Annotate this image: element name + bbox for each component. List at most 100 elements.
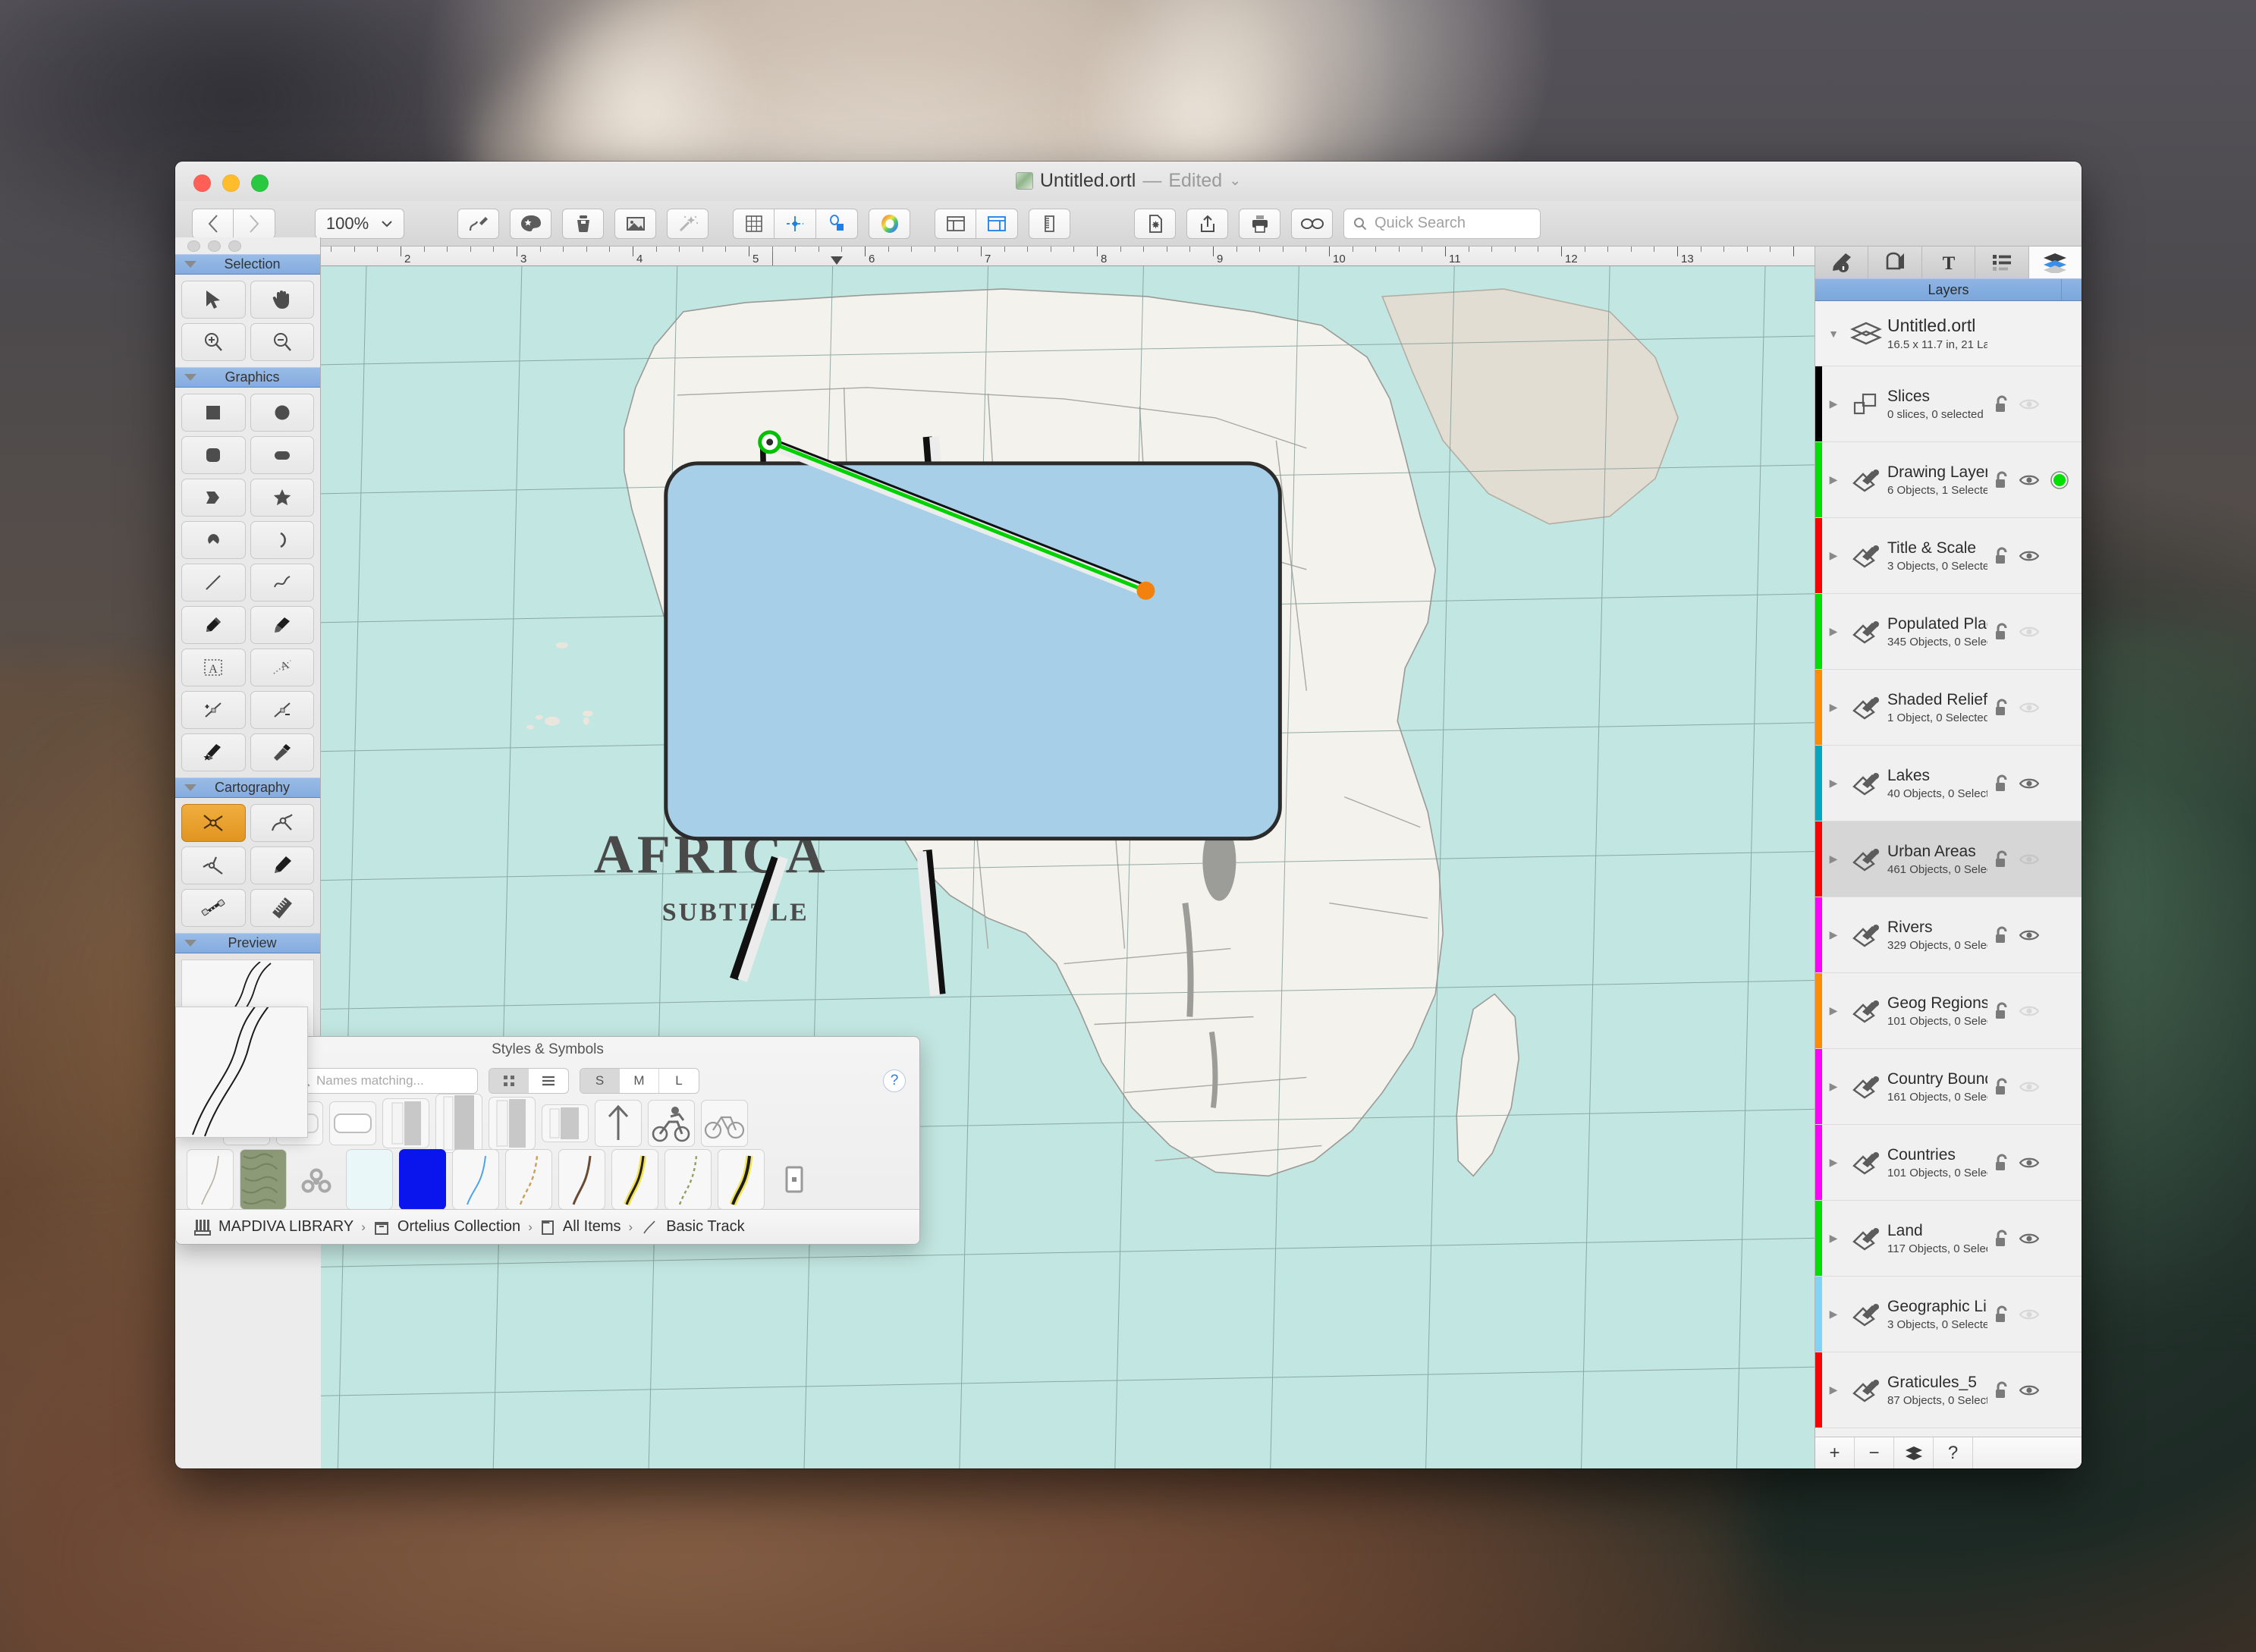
yellow-black-swatch[interactable]	[718, 1149, 765, 1210]
disclosure-triangle-icon[interactable]: ▶	[1822, 973, 1845, 1048]
map-canvas[interactable]: AFRICA SUBTITLE	[321, 266, 1815, 1468]
layer-color-strip[interactable]	[1815, 1201, 1822, 1276]
tab-appearance[interactable]	[1815, 247, 1869, 278]
track-tool[interactable]	[181, 804, 246, 842]
zoom-in-tool[interactable]	[181, 323, 246, 361]
styles-help-button[interactable]: ?	[883, 1069, 906, 1092]
yellow-highway-swatch[interactable]	[611, 1149, 658, 1210]
brush-tool[interactable]	[250, 606, 314, 644]
layer-lock-toggle[interactable]	[1992, 395, 2012, 413]
visibility-eye-icon[interactable]	[2019, 397, 2039, 411]
grid-view-icon[interactable]	[489, 1069, 529, 1093]
layer-visibility-toggle[interactable]	[2018, 1004, 2041, 1018]
disclosure-triangle-icon[interactable]: ▼	[1822, 301, 1845, 366]
size-medium-button[interactable]: M	[620, 1069, 659, 1093]
visibility-eye-icon[interactable]	[2019, 928, 2039, 942]
disclosure-triangle-icon[interactable]: ▶	[1822, 1277, 1845, 1352]
visibility-eye-icon[interactable]	[2019, 1004, 2039, 1018]
ellipse-tool[interactable]	[250, 394, 314, 432]
curve-tool[interactable]	[250, 564, 314, 601]
text-box-tool[interactable]: A	[181, 649, 246, 686]
unlock-icon[interactable]	[1994, 1305, 2009, 1324]
size-small-button[interactable]: S	[580, 1069, 620, 1093]
line-tool[interactable]	[181, 564, 246, 601]
disclosure-triangle-icon[interactable]: ▶	[1822, 1125, 1845, 1200]
layer-lock-toggle[interactable]	[1992, 623, 2012, 641]
road-double-swatch[interactable]	[382, 1098, 429, 1148]
layer-visibility-toggle[interactable]	[2018, 397, 2041, 411]
road-triple-swatch[interactable]	[489, 1097, 536, 1150]
chevron-down-icon[interactable]: ⌄	[1229, 172, 1241, 190]
palette-section-cartography[interactable]: Cartography	[175, 777, 320, 798]
unlock-icon[interactable]	[1994, 850, 2009, 868]
layer-color-strip[interactable]	[1815, 973, 1822, 1048]
layer-row[interactable]: ▶ Geographic Lines 3 Objects, 0 Selected	[1815, 1277, 2082, 1352]
palette-section-graphics[interactable]: Graphics	[175, 367, 320, 388]
unlock-icon[interactable]	[1994, 623, 2009, 641]
unlock-icon[interactable]	[1994, 1381, 2009, 1399]
layer-lock-toggle[interactable]	[1992, 1381, 2012, 1399]
palette-drag-handle[interactable]	[175, 237, 320, 254]
layer-visibility-toggle[interactable]	[2018, 473, 2041, 487]
layer-lock-toggle[interactable]	[1992, 699, 2012, 717]
back-button[interactable]	[192, 208, 234, 239]
disclosure-triangle-icon[interactable]: ▶	[1822, 897, 1845, 972]
layer-color-strip[interactable]	[1815, 442, 1822, 517]
image-icon-button[interactable]	[614, 208, 656, 239]
add-layer-button[interactable]: +	[1815, 1437, 1855, 1468]
styles-search-input[interactable]: Names matching...	[290, 1068, 478, 1094]
texture-green-swatch[interactable]	[240, 1149, 287, 1210]
unlock-icon[interactable]	[1994, 774, 2009, 793]
window-titlebar[interactable]: Untitled.ortl — Edited ⌄	[175, 162, 2082, 201]
stadium-tool[interactable]	[250, 436, 314, 474]
unlock-icon[interactable]	[1994, 395, 2009, 413]
disclosure-triangle-icon[interactable]: ▶	[1822, 366, 1845, 441]
layer-row[interactable]: ▶ Land 117 Objects, 0 Selected	[1815, 1201, 2082, 1277]
tab-list[interactable]	[1975, 247, 2029, 278]
unlock-icon[interactable]	[1994, 1002, 2009, 1020]
layer-color-strip[interactable]	[1815, 1352, 1822, 1427]
preview-glasses-icon-button[interactable]	[1291, 208, 1333, 239]
zoom-level-select[interactable]: 100%	[315, 208, 404, 239]
layer-visibility-toggle[interactable]	[2018, 701, 2041, 715]
pie-wedge-tool[interactable]	[181, 521, 246, 559]
visibility-eye-icon[interactable]	[2019, 853, 2039, 866]
layer-color-strip[interactable]	[1815, 821, 1822, 897]
layer-visibility-toggle[interactable]	[2018, 1080, 2041, 1094]
share-icon-button[interactable]	[1186, 208, 1228, 239]
layer-lock-toggle[interactable]	[1992, 1154, 2012, 1172]
layer-color-strip[interactable]	[1815, 594, 1822, 669]
magic-wand-icon-button[interactable]	[667, 208, 709, 239]
pencil-tool[interactable]	[181, 606, 246, 644]
arrow-select-tool[interactable]	[181, 281, 246, 319]
print-icon-button[interactable]	[1239, 208, 1280, 239]
visibility-eye-icon[interactable]	[2019, 1080, 2039, 1094]
layer-row[interactable]: ▶ Geog Regions 101 Objects, 0 Selected	[1815, 973, 2082, 1049]
layer-visibility-toggle[interactable]	[2018, 625, 2041, 639]
layer-row[interactable]: ▶ Drawing Layer 6 Objects, 1 Selected	[1815, 442, 2082, 518]
layer-lock-toggle[interactable]	[1992, 1002, 2012, 1020]
disclosure-triangle-icon[interactable]: ▶	[1822, 594, 1845, 669]
tab-shape[interactable]	[1868, 247, 1922, 278]
visibility-eye-icon[interactable]	[2019, 777, 2039, 790]
hand-pan-tool[interactable]	[250, 281, 314, 319]
breadcrumb-library[interactable]: MAPDIVA LIBRARY	[218, 1218, 353, 1236]
visibility-eye-icon[interactable]	[2019, 1308, 2039, 1321]
sidebar-left-icon-button[interactable]	[935, 208, 976, 239]
unlock-icon[interactable]	[1994, 471, 2009, 489]
visibility-eye-icon[interactable]	[2019, 1156, 2039, 1170]
rounded-rect-tool[interactable]	[181, 436, 246, 474]
layers-help-button[interactable]: ?	[1934, 1437, 1973, 1468]
unlock-icon[interactable]	[1994, 1230, 2009, 1248]
disclosure-triangle-icon[interactable]: ▶	[1822, 1201, 1845, 1276]
visibility-eye-icon[interactable]	[2019, 549, 2039, 563]
unlock-icon[interactable]	[1994, 926, 2009, 944]
cyclist-swatch[interactable]	[648, 1100, 695, 1147]
layer-lock-toggle[interactable]	[1992, 547, 2012, 565]
eyedropper-tool[interactable]	[250, 733, 314, 771]
small-square-swatch[interactable]	[771, 1149, 818, 1210]
path-node-tool[interactable]	[181, 846, 246, 884]
layer-color-strip[interactable]	[1815, 518, 1822, 593]
quick-search-input[interactable]: Quick Search	[1343, 208, 1541, 239]
bicycle-swatch[interactable]	[701, 1100, 748, 1147]
